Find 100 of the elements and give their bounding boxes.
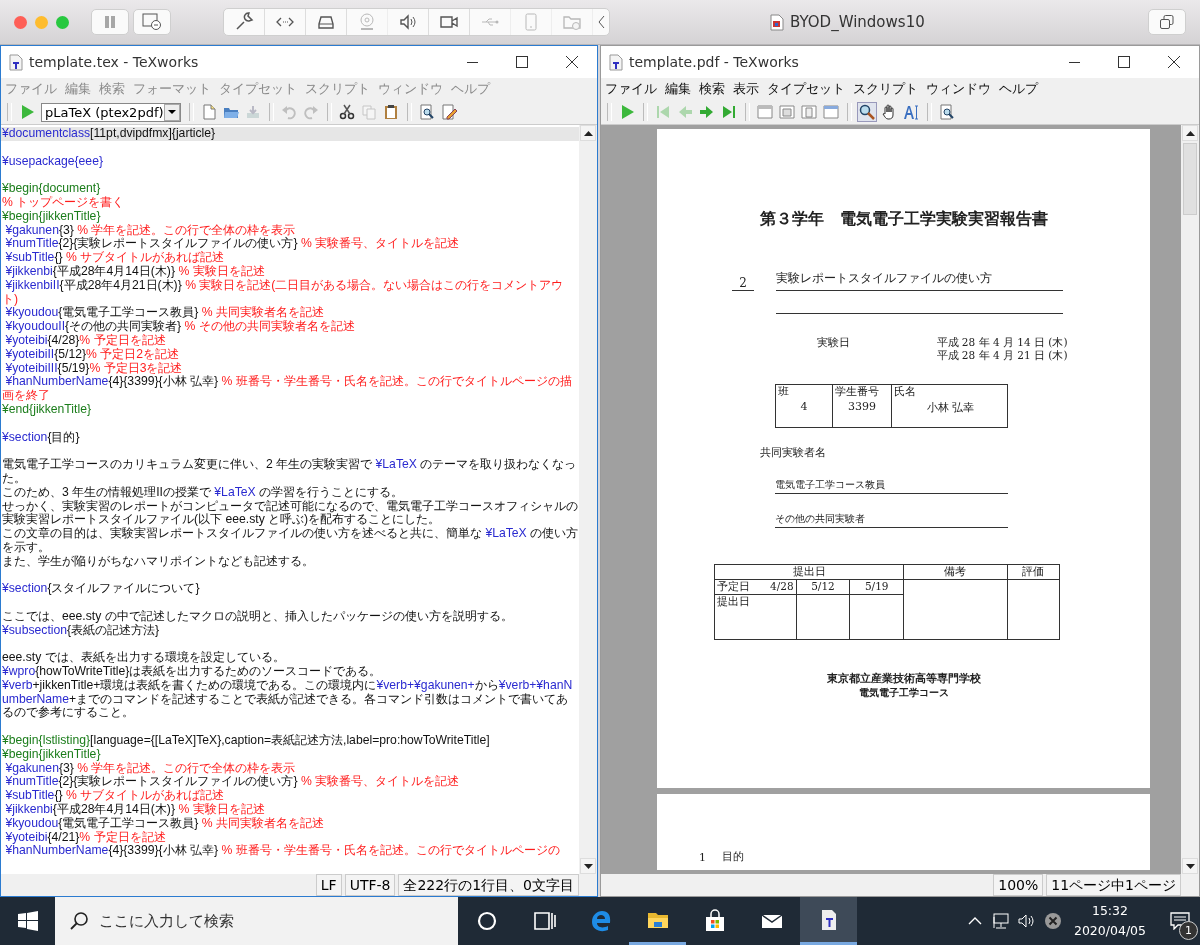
replace-tool-button[interactable] bbox=[439, 102, 459, 122]
vm-title: BYOD_Windows10 bbox=[790, 13, 925, 31]
scroll-up-button[interactable] bbox=[580, 125, 596, 141]
menu-item[interactable]: ファイル bbox=[605, 80, 657, 98]
status-field: LF bbox=[315, 874, 342, 896]
code-line: また、学生が陥りがちなハマリポイントなども記述する。 bbox=[1, 554, 315, 569]
zoom-tool-button[interactable] bbox=[857, 102, 877, 122]
new-icon bbox=[201, 104, 217, 120]
scroll-down-button[interactable] bbox=[1182, 858, 1198, 874]
menu-item[interactable]: 検索 bbox=[699, 80, 725, 98]
code-line: ¥yoteibi{4/28}% 予定日を記述 bbox=[4, 333, 166, 348]
code-line: ¥begin{jikkenTitle} bbox=[1, 747, 101, 761]
speaker-icon bbox=[398, 12, 418, 32]
menu-item[interactable]: スクリプト bbox=[853, 80, 918, 98]
undo-icon bbox=[281, 104, 297, 120]
menu-item[interactable]: 表示 bbox=[733, 80, 759, 98]
first-icon bbox=[655, 104, 671, 120]
field-label: 学生番号 bbox=[834, 385, 880, 399]
table-header: 備考 bbox=[903, 564, 1008, 580]
date-label: 実験日 bbox=[817, 336, 851, 349]
scroll-up-button[interactable] bbox=[1182, 125, 1198, 141]
up-arrow-icon bbox=[583, 130, 593, 136]
code-line: ¥jikkenbiII{平成28年4月21日(木)} % 実験日を記述(二日目がある場合。ない場合はこの行をコメントアウト) bbox=[1, 278, 565, 306]
code-line: ¥jikkenbi{平成28年4月14日(木)} % 実験日を記述 bbox=[4, 803, 266, 817]
replace-icon bbox=[441, 104, 457, 120]
code-line: ここでは、eee.sty の中で記述したマクロの説明と、挿入したパッケージの使い方を説明する。 bbox=[1, 609, 514, 623]
code-line: ¥section{スタイルファイルについて} bbox=[1, 582, 201, 597]
field-value: 4 bbox=[799, 400, 809, 413]
field-value: 3399 bbox=[847, 400, 877, 413]
code-line: ¥kyoudou{電気電子工学コース教員} % 共同実験者名を記述 bbox=[4, 306, 325, 320]
prev-icon bbox=[677, 104, 693, 120]
close-icon bbox=[566, 56, 578, 68]
snapshot-icon bbox=[142, 13, 162, 31]
close-light[interactable] bbox=[14, 15, 27, 29]
school-name: 東京都立産業技術高等専門学校 bbox=[825, 672, 982, 686]
texworks-taskbar-button[interactable] bbox=[800, 897, 857, 945]
experiment-date: 平成 28 年 4 月 14 日 (木) bbox=[936, 336, 1069, 349]
notification-button[interactable]: 1 bbox=[1160, 901, 1200, 941]
code-line: ¥begin{jikkenTitle} bbox=[1, 209, 101, 223]
down-arrow-icon bbox=[583, 863, 593, 869]
menu-item[interactable]: ヘルプ bbox=[999, 80, 1038, 98]
up-arrow-icon bbox=[1185, 130, 1195, 136]
field-label: 氏名 bbox=[893, 385, 917, 399]
table-cell: 5/19 bbox=[849, 579, 904, 595]
code-line: ¥subsection{表紙の記述方法} bbox=[1, 623, 161, 638]
cut-tool-button[interactable] bbox=[337, 102, 357, 122]
department-name: 電気電子工学コース bbox=[857, 686, 950, 700]
status-field: 100% bbox=[993, 874, 1044, 896]
paste-icon bbox=[383, 104, 399, 120]
windows-icon bbox=[1159, 14, 1175, 30]
status-field: 11ページ中1ページ bbox=[1046, 874, 1181, 896]
table-header: 提出日 bbox=[714, 564, 904, 580]
experiment-title: 実験レポートスタイルファイルの使い方 bbox=[776, 270, 1063, 291]
engine-dropdown[interactable]: pLaTeX (ptex2pdf) bbox=[41, 102, 181, 122]
fullscreen-button[interactable] bbox=[1148, 9, 1186, 35]
text-select-icon bbox=[903, 104, 919, 120]
section-title: 目的 bbox=[722, 849, 744, 864]
window-title: template.pdf - TeXworks bbox=[629, 54, 799, 70]
layout-width-tool-button[interactable] bbox=[777, 102, 797, 122]
clock[interactable]: 15:32 2020/04/05 bbox=[1073, 901, 1146, 941]
code-line: ¥end{jikkenTitle} bbox=[1, 402, 92, 417]
code-line: ¥hanNumberName{4}{3399}{小林 弘幸} % 班番号・学生番号・氏名を記述。この行でタイトルページの bbox=[4, 844, 561, 859]
last-icon bbox=[721, 104, 737, 120]
scrollbar-thumb[interactable] bbox=[1183, 143, 1197, 215]
code-line: せっかく、実験実習のレポートがコンピュータで記述可能になるので、電気電子工学コースオフィシャルの実験実習レポートスタイルファイル(以下 eee.sty と呼ぶ)を配布することにした。 bbox=[1, 499, 579, 527]
pause-button[interactable] bbox=[91, 9, 129, 35]
code-line: eee.sty では、表紙を出力する環境を設定している。 bbox=[1, 651, 286, 665]
experiment-date: 平成 28 年 4 月 21 日 (木) bbox=[936, 349, 1069, 362]
code-line: ¥yoteibiIII{5/19}% 予定日3を記述 bbox=[4, 361, 184, 375]
search-field[interactable]: ここに入力して検索 bbox=[55, 897, 458, 945]
code-line: ¥gakunen{3} % 学年を記述。この行で全体の枠を表示 bbox=[5, 761, 297, 775]
code-line: ¥hanNumberName{4}{3399}{小林 弘幸} % 班番号・学生番号・氏名を記述。この行でタイトルページの描画を終了 bbox=[1, 375, 573, 403]
play-icon bbox=[19, 104, 35, 120]
scroll-down-button[interactable] bbox=[580, 858, 596, 874]
search-icon bbox=[69, 911, 89, 931]
code-line: ¥numTitle{2}{実験レポートスタイルファイルの使い方} % 実験番号、タイトルを記述 bbox=[4, 237, 461, 251]
code-line: ¥usepackage{eee} bbox=[1, 154, 104, 169]
code-line: ¥gakunen{3} % 学年を記述。この行で全体の枠を表示 bbox=[5, 223, 297, 237]
code-line: ¥subTitle{} % サブタイトルがあれば記述 bbox=[4, 251, 226, 265]
code-line: このため、3 年生の情報処理IIの授業で ¥LaTeX の学習を行うことにする。 bbox=[1, 485, 405, 500]
window-title: template.tex - TeXworks bbox=[29, 54, 199, 70]
pause-icon bbox=[103, 15, 117, 29]
menu-item[interactable]: タイプセット bbox=[767, 80, 845, 98]
code-line: ¥yoteibi{4/21}% 予定日を記述 bbox=[4, 830, 167, 844]
menu-item[interactable]: 編集 bbox=[665, 80, 691, 98]
layout-fit-icon bbox=[823, 104, 839, 120]
layout-page-tool-button[interactable] bbox=[799, 102, 819, 122]
snapshot-button[interactable] bbox=[133, 9, 171, 35]
code-line: ¥jikkenbi{平成28年4月14日(木)} % 実験日を記述 bbox=[4, 264, 266, 278]
task-view-icon bbox=[531, 909, 556, 933]
chevron-left-icon bbox=[597, 15, 605, 29]
document-icon bbox=[9, 53, 23, 71]
layout-fit-tool-button[interactable] bbox=[821, 102, 841, 122]
code-line: ¥section{目的} bbox=[1, 430, 81, 445]
menu-item[interactable]: ウィンドウ bbox=[926, 80, 991, 98]
next-icon bbox=[699, 104, 715, 120]
webcam-icon bbox=[357, 12, 377, 32]
code-line: 電気電子工学コースのカリキュラム変更に伴い、2 年生の実験実習で ¥LaTeX のテーマを取り扱わなくなった。 bbox=[1, 458, 578, 486]
text-select-tool-button[interactable] bbox=[901, 102, 921, 122]
layout-page-icon bbox=[801, 104, 817, 120]
